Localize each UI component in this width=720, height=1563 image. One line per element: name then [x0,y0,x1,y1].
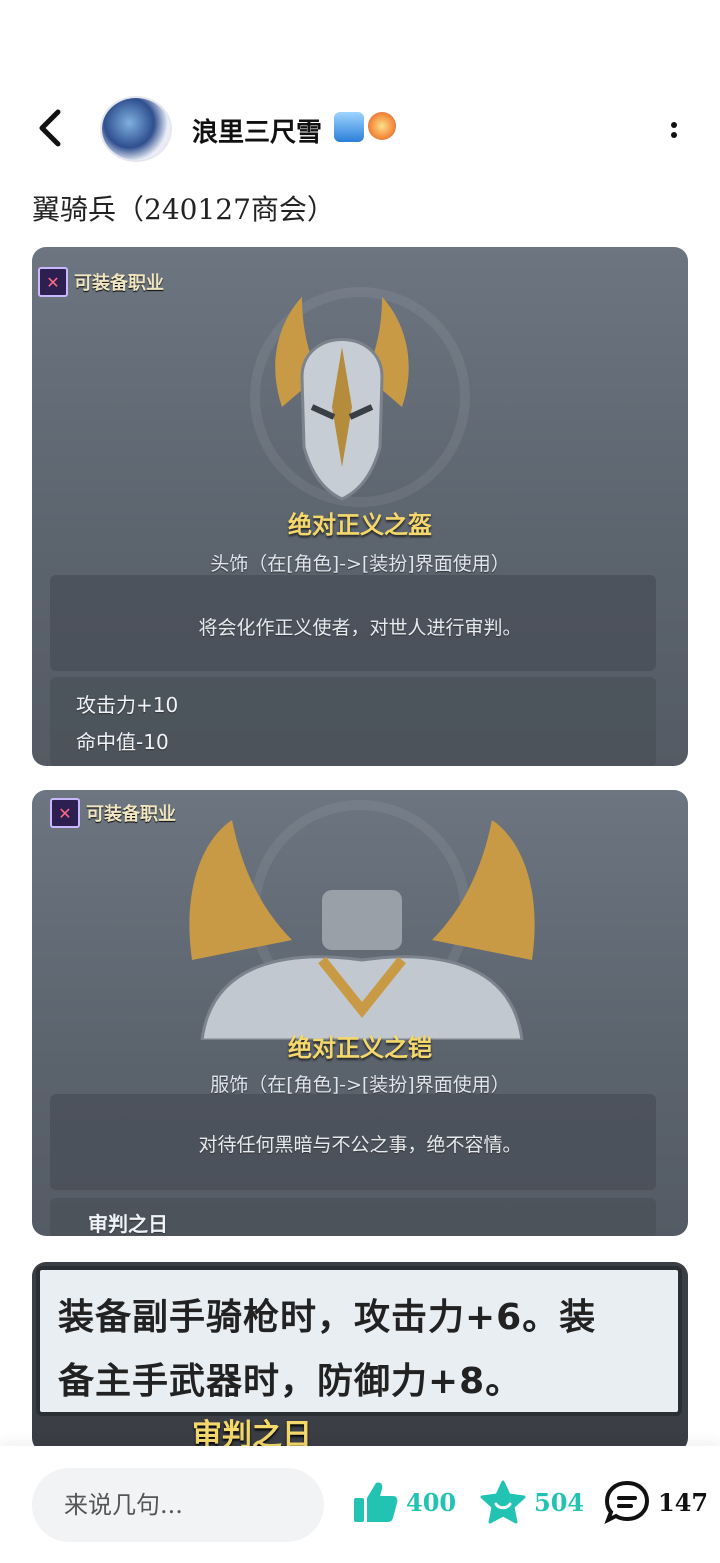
author-name[interactable]: 浪里三尺雪 [192,112,322,149]
image-card-set-bonus[interactable]: 装备副手骑枪时，攻击力+6。装 备主手武器时，防御力+8。 审判之日 [32,1262,688,1452]
author-avatar[interactable] [102,98,170,160]
like-count: 400 [406,1487,457,1517]
stat-line: 审判之日 [88,1212,168,1236]
equip-class-tag: ✕ 可装备职业 [38,267,164,297]
back-button[interactable] [32,106,72,150]
item-type: 头饰（在[角色]->[装扮]界面使用） [210,553,510,575]
class-icon: ✕ [38,267,68,297]
equip-class-tag: ✕ 可装备职业 [50,798,176,828]
author-badges [334,112,396,142]
item-name: 绝对正义之盔 [288,511,432,539]
comment-input[interactable] [32,1468,324,1542]
chevron-left-icon [39,109,61,147]
helmet-icon [275,297,409,501]
bottom-action-bar: 400 504 147 [0,1446,720,1563]
comment-count: 147 [658,1487,709,1517]
like-button[interactable]: 400 [352,1480,456,1524]
comment-bubble-icon [604,1480,650,1524]
medal-badge-icon [368,112,396,140]
post-header: 浪里三尺雪 [0,90,720,170]
favorite-button[interactable]: 504 [480,1480,584,1524]
thumbs-up-icon [354,1482,398,1522]
stat-line: 命中值-10 [76,730,169,754]
set-bonus-line: 备主手武器时，防御力+8。 [58,1361,523,1402]
favorite-count: 504 [534,1487,585,1517]
post-title: 翼骑兵（240127商会） [32,193,335,226]
image-card-armor[interactable]: ✕ 可装备职业 绝对正义之铠 服饰（在[角色]->[装扮]界面使用） 对待任何黑… [32,790,688,1236]
item-type: 服饰（在[角色]->[装扮]界面使用） [210,1074,510,1096]
vertical-dots-icon [671,122,677,128]
class-icon: ✕ [50,798,80,828]
armor-icon [189,820,535,1040]
item-name: 绝对正义之铠 [288,1034,432,1062]
item-description: 对待任何黑暗与不公之事，绝不容情。 [198,1134,522,1156]
image-card-helmet[interactable]: ✕ 可装备职业 绝对正义之盔 头饰（在[角色]->[装扮]界面使用） 将会化作正… [32,247,688,766]
stat-line: 攻击力+10 [76,693,179,717]
comment-button[interactable]: 147 [604,1480,708,1524]
item-description: 将会化作正义使者，对世人进行审判。 [198,617,522,639]
wave-emoji-icon [334,112,364,142]
set-bonus-line: 装备副手骑枪时，攻击力+6。装 [58,1297,597,1338]
set-bonus-box: 装备副手骑枪时，攻击力+6。装 备主手武器时，防御力+8。 [36,1266,682,1416]
more-options-button[interactable] [668,118,680,148]
star-icon [480,1480,526,1524]
